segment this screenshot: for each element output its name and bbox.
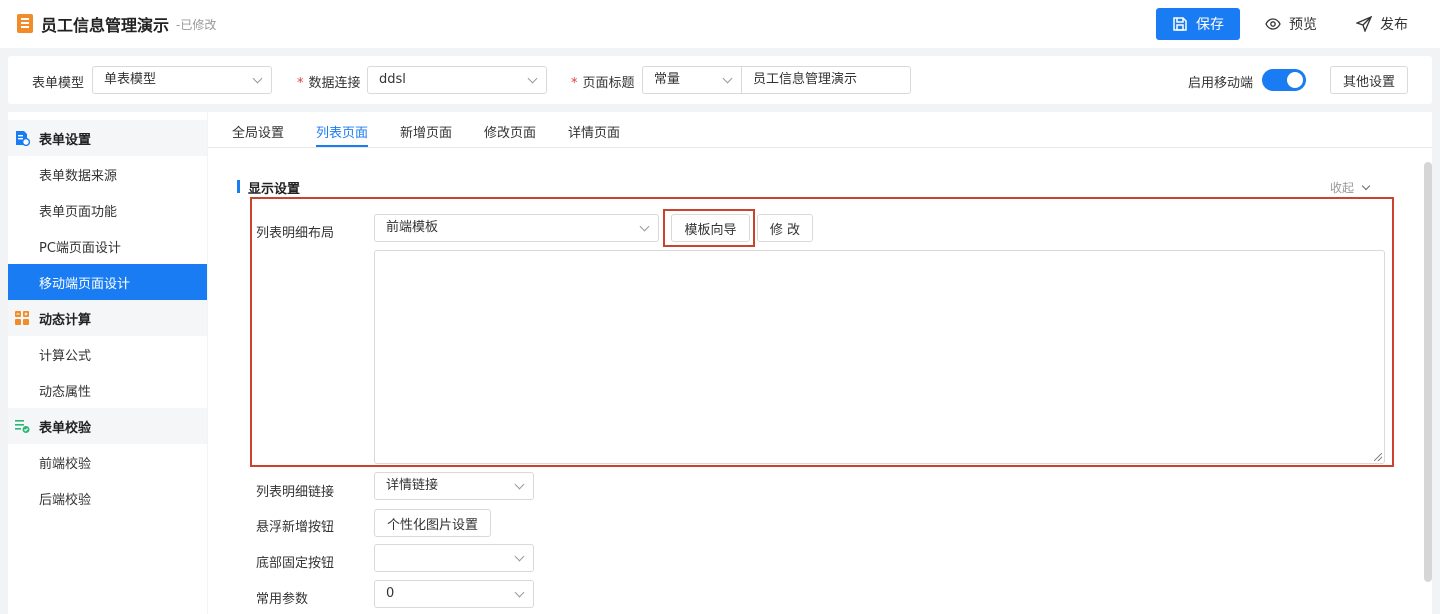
sidebar-item-pc-page-design[interactable]: PC端页面设计 [8,228,207,264]
sidebar-item-form-data-source[interactable]: 表单数据来源 [8,156,207,192]
save-button[interactable]: 保存 [1156,8,1240,40]
page-title-type-select[interactable]: 常量 [642,66,742,94]
publish-button[interactable]: 发布 [1356,8,1408,40]
sidebar-group-label: 动态计算 [39,312,92,328]
modified-status: -已修改 [176,18,217,32]
sidebar-item-form-page-function[interactable]: 表单页面功能 [8,192,207,228]
page-title-type-value: 常量 [654,72,681,87]
app-title: 员工信息管理演示 [41,16,170,35]
chevron-down-icon [252,73,263,84]
tab-list-page[interactable]: 列表页面 [316,122,368,141]
vertical-scrollbar[interactable] [1424,162,1432,582]
chevron-down-icon [1361,181,1371,191]
data-conn-select[interactable]: ddsl [367,66,547,94]
send-icon [1356,16,1372,32]
form-model-label: 表单模型 [32,76,85,91]
tab-detail-page[interactable]: 详情页面 [568,122,620,141]
validation-icon [14,418,30,434]
sidebar-item-mobile-page-design[interactable]: 移动端页面设计 [8,264,207,300]
common-params-select[interactable]: 0 [374,580,534,608]
chevron-down-icon [722,73,733,84]
page-title-label: * 页面标题 [571,76,635,91]
mobile-enable-label: 启用移动端 [1188,76,1254,91]
link-label: 列表明细链接 [256,485,335,500]
form-toolbar: 表单模型 单表模型 * 数据连接 ddsl * 页面标题 常量 员工信息管理演示 启… [8,56,1432,104]
other-settings-button[interactable]: 其他设置 [1330,66,1408,94]
page-title-input[interactable]: 员工信息管理演示 [741,66,911,94]
tab-global-settings[interactable]: 全局设置 [232,122,284,141]
save-label: 保存 [1196,17,1224,33]
data-conn-value: ddsl [379,72,406,87]
highlight-layout-region [250,197,1394,467]
page-tabs: 全局设置 列表页面 新增页面 修改页面 详情页面 [208,112,1432,148]
active-tab-indicator [316,145,368,147]
float-button-label: 悬浮新增按钮 [256,520,335,535]
common-params-label: 常用参数 [256,592,309,607]
section-title: 显示设置 [248,182,301,197]
sidebar-item-calc-formula[interactable]: 计算公式 [8,336,207,372]
publish-label: 发布 [1380,17,1408,33]
bottom-button-select[interactable] [374,544,534,572]
sidebar-group-label: 表单设置 [39,132,92,148]
calculator-icon [14,310,30,326]
sidebar-group-form-validation[interactable]: 表单校验 [8,408,207,444]
data-conn-label: * 数据连接 [297,76,361,91]
main-panel: 全局设置 列表页面 新增页面 修改页面 详情页面 显示设置 收起 列表明细布局 … [208,112,1432,614]
chevron-down-icon [514,479,525,490]
highlight-template-wizard [663,209,755,247]
sidebar-group-label: 表单校验 [39,420,92,436]
collapse-label: 收起 [1330,181,1355,195]
collapse-button[interactable]: 收起 [1330,179,1371,196]
page-title-value: 员工信息管理演示 [753,72,858,87]
app-header: 员工信息管理演示 -已修改 保存 预览 发布 [0,0,1440,48]
sidebar-item-frontend-validation[interactable]: 前端校验 [8,444,207,480]
tab-add-page[interactable]: 新增页面 [400,122,452,141]
sidebar-item-dynamic-attr[interactable]: 动态属性 [8,372,207,408]
mobile-enable-toggle[interactable] [1262,69,1306,91]
eye-icon [1265,18,1281,30]
sidebar: 表单设置 表单数据来源 表单页面功能 PC端页面设计 移动端页面设计 动态计算 … [8,112,207,614]
preview-label: 预览 [1289,17,1317,33]
chevron-down-icon [514,551,525,562]
sidebar-group-form-settings[interactable]: 表单设置 [8,120,207,156]
tab-edit-page[interactable]: 修改页面 [484,122,536,141]
form-model-select[interactable]: 单表模型 [92,66,272,94]
custom-image-button[interactable]: 个性化图片设置 [374,509,491,537]
form-settings-icon [14,130,31,147]
sidebar-item-backend-validation[interactable]: 后端校验 [8,480,207,516]
form-model-value: 单表模型 [104,72,157,87]
preview-button[interactable]: 预览 [1265,8,1317,40]
save-icon [1173,17,1187,31]
bottom-button-label: 底部固定按钮 [256,556,335,571]
sidebar-group-dynamic-calc[interactable]: 动态计算 [8,300,207,336]
chevron-down-icon [527,73,538,84]
section-marker [237,180,240,193]
chevron-down-icon [514,587,525,598]
document-icon [17,14,33,33]
common-params-value: 0 [386,586,395,601]
link-select[interactable]: 详情链接 [374,472,534,500]
link-value: 详情链接 [386,478,439,493]
